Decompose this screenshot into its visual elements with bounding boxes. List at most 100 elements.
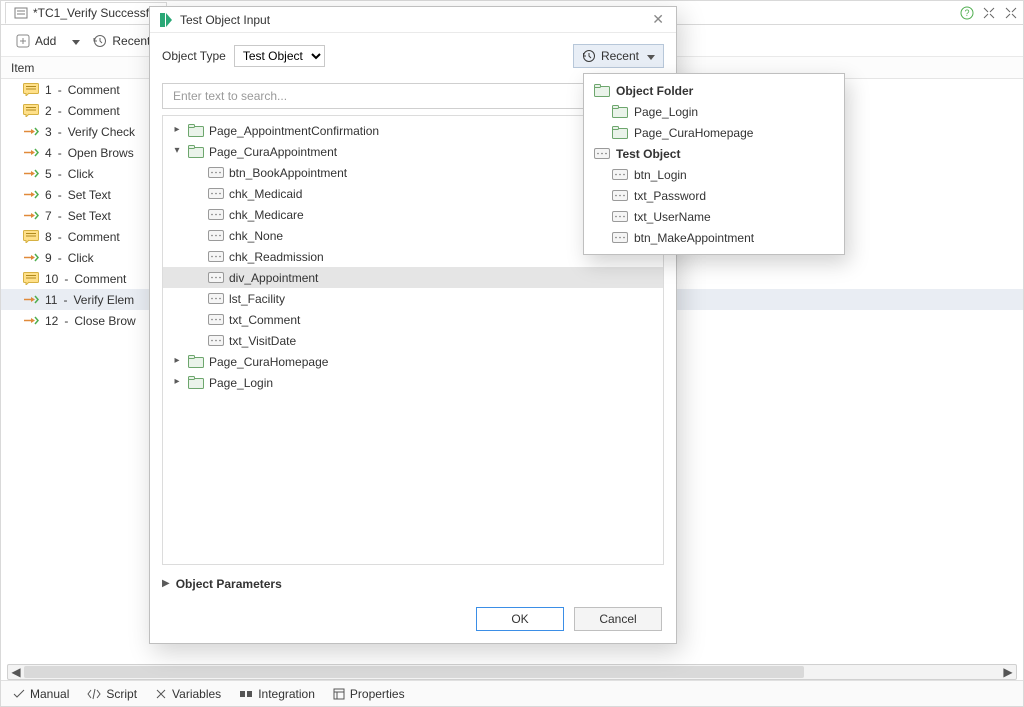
recent-item[interactable]: btn_MakeAppointment [584,227,844,248]
script-icon [87,688,101,700]
manual-icon [13,688,25,700]
tree-folder[interactable]: ▸ Page_CuraHomepage [163,351,663,372]
horizontal-scrollbar[interactable]: ◀ ▶ [7,664,1017,680]
add-dropdown-caret[interactable] [69,34,80,48]
collapse-icon[interactable] [981,5,997,21]
editor-tab-title: *TC1_Verify Successful [33,6,158,20]
step-sep: - [63,293,67,307]
tab-manual[interactable]: Manual [9,684,73,704]
katalon-logo-icon [158,12,174,28]
ok-button[interactable]: OK [476,607,564,631]
step-number: 11 [45,293,57,307]
help-icon[interactable]: ? [959,5,975,21]
tab-properties[interactable]: Properties [329,684,409,704]
step-number: 1 [45,83,52,97]
scroll-thumb[interactable] [24,666,804,678]
step-number: 2 [45,104,52,118]
step-label: Verify Check [68,125,135,139]
recent-button-label: Recent [601,49,639,63]
recent-item-label: Page_CuraHomepage [634,126,753,140]
tree-label: Page_Login [209,376,273,390]
tree-label: chk_Medicaid [229,187,302,201]
step-number: 8 [45,230,52,244]
recent-item-label: Page_Login [634,105,698,119]
step-sep: - [58,146,62,160]
step-number: 3 [45,125,52,139]
recent-icon [582,49,596,63]
step-label: Set Text [68,188,111,202]
cancel-button[interactable]: Cancel [574,607,662,631]
recent-icon [93,34,107,48]
step-sep: - [58,251,62,265]
tree-label: btn_BookAppointment [229,166,347,180]
step-label: Comment [68,230,120,244]
integration-icon [239,688,253,700]
step-number: 12 [45,314,58,328]
object-parameters-label[interactable]: Object Parameters [176,577,282,591]
tree-label: Page_CuraHomepage [209,355,328,369]
section-title: Test Object [616,147,680,161]
editor-tab[interactable]: *TC1_Verify Successful [5,2,167,24]
tree-label: txt_VisitDate [229,334,296,348]
recent-button-toolbar[interactable]: Recent [86,30,157,52]
recent-dropdown: Object Folder Page_Login Page_CuraHomepage… [583,73,845,255]
scroll-right-icon[interactable]: ▶ [1000,664,1016,680]
tab-variables[interactable]: Variables [151,684,225,704]
chevron-right-icon[interactable]: ▶ [162,578,170,589]
step-number: 4 [45,146,52,160]
object-type-select[interactable]: Test Object [234,45,325,67]
step-sep: - [58,167,62,181]
section-title: Object Folder [616,84,693,98]
recent-toolbar-label: Recent [112,34,150,48]
recent-item[interactable]: Page_Login [584,101,844,122]
recent-section-header: Object Folder [584,80,844,101]
step-label: Comment [68,83,120,97]
add-button-label: Add [35,34,56,48]
expand-arrow-icon[interactable]: ▾ [171,145,183,156]
tab-script[interactable]: Script [83,684,141,704]
testcase-icon [14,6,28,20]
tree-label: chk_Medicare [229,208,304,222]
tab-integration[interactable]: Integration [235,684,319,704]
expand-arrow-icon[interactable]: ▸ [171,376,183,387]
tree-label: txt_Comment [229,313,300,327]
close-icon[interactable]: ✕ [648,11,668,28]
step-sep: - [58,83,62,97]
step-number: 6 [45,188,52,202]
variables-icon [155,688,167,700]
recent-item-label: txt_UserName [634,210,711,224]
tree-object[interactable]: div_Appointment [163,267,663,288]
properties-icon [333,688,345,700]
recent-item[interactable]: txt_UserName [584,206,844,227]
step-label: Verify Elem [73,293,134,307]
expand-arrow-icon[interactable]: ▸ [171,355,183,366]
step-sep: - [58,188,62,202]
tree-object[interactable]: txt_Comment [163,309,663,330]
expand-arrow-icon[interactable]: ▸ [171,124,183,135]
step-number: 10 [45,272,58,286]
tree-label: div_Appointment [229,271,318,285]
tree-object[interactable]: txt_VisitDate [163,330,663,351]
tree-label: lst_Facility [229,292,285,306]
step-number: 7 [45,209,52,223]
step-label: Click [68,251,94,265]
tree-folder[interactable]: ▸ Page_Login [163,372,663,393]
step-label: Comment [68,104,120,118]
dialog-title: Test Object Input [180,13,270,27]
chevron-down-icon [644,49,655,63]
scroll-left-icon[interactable]: ◀ [8,664,24,680]
object-type-label: Object Type [162,49,226,63]
recent-button[interactable]: Recent [573,44,664,68]
add-button[interactable]: Add [9,30,63,52]
step-sep: - [58,230,62,244]
recent-item[interactable]: txt_Password [584,185,844,206]
recent-section-header: Test Object [584,143,844,164]
step-label: Set Text [68,209,111,223]
svg-text:?: ? [964,8,969,18]
expand-icon[interactable] [1003,5,1019,21]
recent-item[interactable]: btn_Login [584,164,844,185]
tree-object[interactable]: lst_Facility [163,288,663,309]
step-number: 9 [45,251,52,265]
step-number: 5 [45,167,52,181]
recent-item[interactable]: Page_CuraHomepage [584,122,844,143]
